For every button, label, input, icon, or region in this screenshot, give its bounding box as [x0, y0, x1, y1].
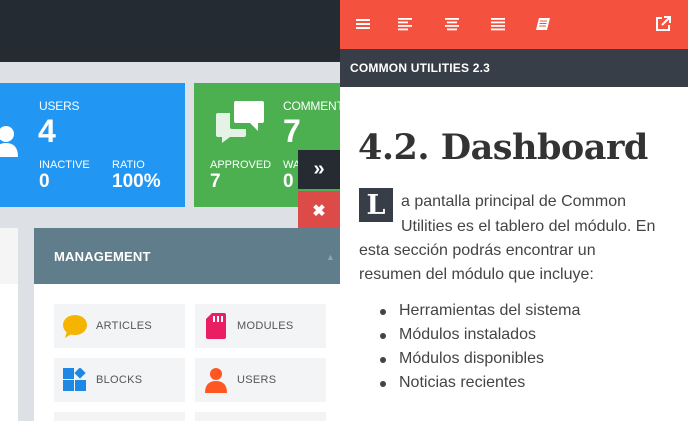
- user-icon: [203, 367, 229, 393]
- help-panel: COMMON UTILITIES 2.3 4.2. Dashboard L a …: [340, 0, 688, 421]
- double-chevron-right-icon: »: [313, 158, 325, 180]
- close-icon: ✖: [312, 202, 326, 220]
- page-heading: 4.2. Dashboard: [358, 127, 648, 168]
- user-icon: [0, 126, 18, 157]
- management-item-partial[interactable]: [195, 412, 326, 421]
- comments-count: 7: [283, 113, 301, 149]
- feature-list: Herramientas del sistema Módulos instala…: [380, 299, 580, 395]
- left-panel-partial: [0, 228, 18, 421]
- help-toolbar: [340, 0, 688, 49]
- management-title: MANAGEMENT: [54, 248, 151, 264]
- management-item-articles[interactable]: ARTICLES: [54, 304, 185, 348]
- list-item: Noticias recientes: [380, 371, 580, 395]
- intro-line: resumen del módulo que incluye:: [359, 266, 594, 283]
- align-center-icon[interactable]: [443, 15, 461, 33]
- sd-card-icon: [203, 313, 229, 339]
- intro-line: a pantalla principal de Common: [401, 193, 627, 210]
- collapse-caret-icon[interactable]: ▲: [326, 252, 335, 262]
- management-item-label: ARTICLES: [96, 320, 152, 332]
- approved-value: 7: [210, 171, 221, 192]
- external-link-icon[interactable]: [654, 15, 672, 33]
- comments-icon: [216, 101, 264, 143]
- admin-topbar: [0, 0, 340, 62]
- blocks-icon: [62, 367, 88, 393]
- list-item: Módulos instalados: [380, 323, 580, 347]
- users-card-title: USERS: [39, 99, 80, 113]
- inactive-value: 0: [39, 171, 50, 192]
- users-count: 4: [38, 113, 56, 149]
- list-item: Módulos disponibles: [380, 347, 580, 371]
- management-item-modules[interactable]: MODULES: [195, 304, 326, 348]
- expand-help-button[interactable]: »: [298, 150, 340, 189]
- ratio-value: 100%: [112, 171, 161, 192]
- management-item-label: USERS: [237, 374, 277, 386]
- align-justify-icon[interactable]: [489, 15, 507, 33]
- intro-line: Utilities es el tablero del módulo. En: [401, 218, 656, 235]
- drop-cap: L: [359, 188, 393, 222]
- management-header[interactable]: MANAGEMENT: [34, 228, 340, 284]
- left-panel-header: [0, 228, 18, 284]
- align-left-icon[interactable]: [396, 15, 414, 33]
- management-item-users[interactable]: USERS: [195, 358, 326, 402]
- management-item-blocks[interactable]: BLOCKS: [54, 358, 185, 402]
- inactive-label: INACTIVE: [39, 159, 90, 171]
- management-panel: MANAGEMENT ▲ ARTICLES MODULES BLOCKS USE…: [34, 228, 340, 421]
- waiting-value: 0: [283, 171, 294, 192]
- users-stat-card[interactable]: USERS 4 INACTIVE 0 RATIO 100%: [0, 83, 185, 207]
- book-icon[interactable]: [534, 15, 552, 33]
- intro-line: esta sección podrás encontrar un: [359, 242, 596, 259]
- close-help-button[interactable]: ✖: [298, 191, 340, 230]
- comment-icon: [62, 313, 88, 339]
- list-item: Herramientas del sistema: [380, 299, 580, 323]
- ratio-label: RATIO: [112, 159, 145, 171]
- approved-label: APPROVED: [210, 159, 272, 171]
- management-item-label: BLOCKS: [96, 374, 143, 386]
- menu-icon[interactable]: [354, 15, 372, 33]
- management-item-partial[interactable]: [54, 412, 185, 421]
- help-title: COMMON UTILITIES 2.3: [350, 61, 491, 75]
- management-item-label: MODULES: [237, 320, 294, 332]
- help-titlebar: COMMON UTILITIES 2.3: [340, 49, 688, 87]
